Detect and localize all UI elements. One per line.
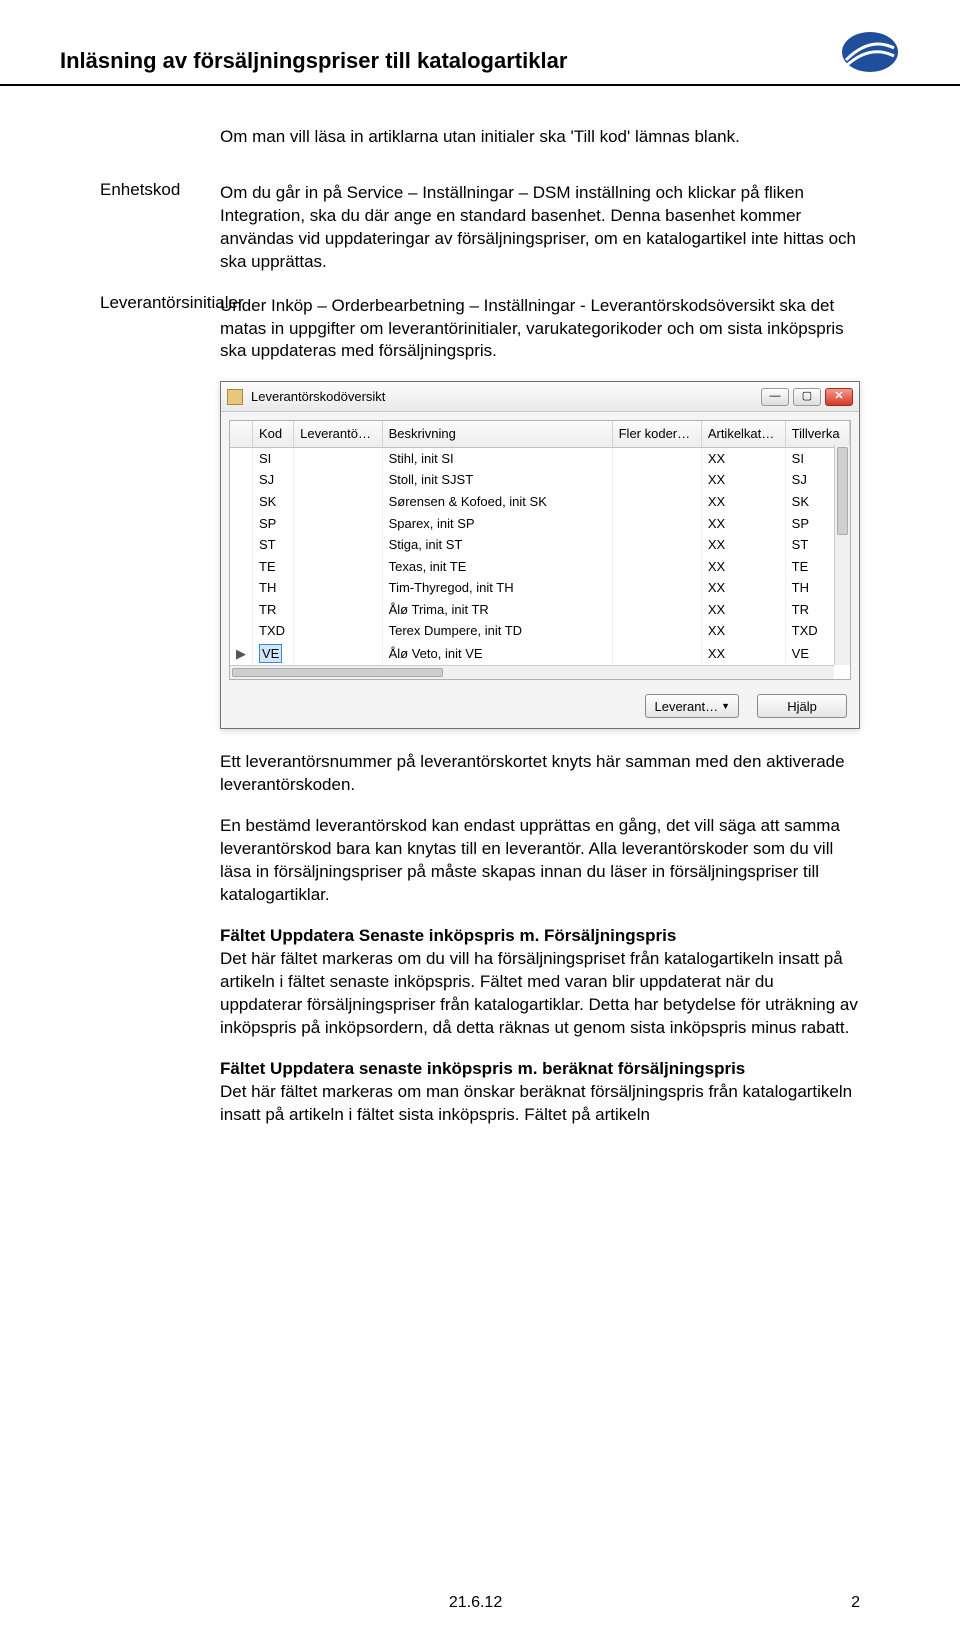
col-leveranto[interactable]: Leverantö…: [294, 421, 382, 447]
window-icon: [227, 389, 243, 405]
minimize-button[interactable]: —: [761, 388, 789, 406]
section-enhetskod: Enhetskod Om du går in på Service – Inst…: [100, 179, 860, 274]
table-row[interactable]: THTim-Thyregod, init THXXTH: [230, 577, 850, 599]
intro-text: Om man vill läsa in artiklarna utan init…: [220, 126, 860, 149]
after-p1: Ett leverantörsnummer på leverantörskort…: [220, 751, 860, 797]
col-tillverka[interactable]: Tillverka: [785, 421, 849, 447]
hjalp-button-label: Hjälp: [787, 698, 817, 716]
close-button[interactable]: ✕: [825, 388, 853, 406]
dropdown-icon: ▼: [721, 700, 730, 712]
table-row[interactable]: SPSparex, init SPXXSP: [230, 513, 850, 535]
footer-page: 2: [851, 1594, 860, 1612]
after-p3: Det här fältet markeras om du vill ha fö…: [220, 949, 858, 1037]
after-h2: Fältet Uppdatera senaste inköpspris m. b…: [220, 1059, 745, 1078]
leverantorskod-window: Leverantörskodöversikt — ▢ ✕ Kod Leveran…: [220, 381, 860, 729]
table-row[interactable]: TRÅlø Trima, init TRXXTR: [230, 599, 850, 621]
col-flerkoder[interactable]: Fler koder…: [612, 421, 701, 447]
leverant-button[interactable]: Leverant… ▼: [645, 694, 739, 718]
table-row[interactable]: SIStihl, init SIXXSI: [230, 447, 850, 469]
window-title: Leverantörskodöversikt: [251, 388, 757, 406]
col-kod[interactable]: Kod: [253, 421, 294, 447]
section-leverantor: Leverantörsinitialer Under Inköp – Order…: [100, 292, 860, 364]
col-artikelkat[interactable]: Artikelkat…: [701, 421, 785, 447]
col-rowhead[interactable]: [230, 421, 253, 447]
table-row[interactable]: SKSørensen & Kofoed, init SKXXSK: [230, 491, 850, 513]
page-title: Inläsning av försäljningspriser till kat…: [60, 48, 567, 74]
table-row[interactable]: STStiga, init STXXST: [230, 534, 850, 556]
table-row[interactable]: SJStoll, init SJSTXXSJ: [230, 469, 850, 491]
enhetskod-body: Om du går in på Service – Inställningar …: [220, 182, 860, 274]
after-p4: Det här fältet markeras om man önskar be…: [220, 1082, 852, 1124]
table-row[interactable]: TETexas, init TEXXTE: [230, 556, 850, 578]
after-h1: Fältet Uppdatera Senaste inköpspris m. F…: [220, 926, 676, 945]
col-beskrivning[interactable]: Beskrivning: [382, 421, 612, 447]
hjalp-button[interactable]: Hjälp: [757, 694, 847, 718]
after-p2: En bestämd leverantörskod kan endast upp…: [220, 815, 860, 907]
footer-date: 21.6.12: [449, 1594, 502, 1612]
after-body: Ett leverantörsnummer på leverantörskort…: [220, 751, 860, 1126]
leverant-button-label: Leverant…: [654, 698, 718, 716]
grid-wrapper: Kod Leverantö… Beskrivning Fler koder… A…: [229, 420, 851, 680]
horizontal-scrollbar[interactable]: [230, 665, 834, 679]
maximize-button[interactable]: ▢: [793, 388, 821, 406]
vertical-scrollbar[interactable]: [834, 445, 850, 665]
window-titlebar[interactable]: Leverantörskodöversikt — ▢ ✕: [221, 382, 859, 412]
table-row[interactable]: TXDTerex Dumpere, init TDXXTXD: [230, 620, 850, 642]
company-logo-icon: [840, 30, 900, 74]
table-row[interactable]: ▶VEÅlø Veto, init VEXXVE: [230, 642, 850, 666]
supplier-code-table[interactable]: Kod Leverantö… Beskrivning Fler koder… A…: [230, 421, 850, 665]
leverantor-body: Under Inköp – Orderbearbetning – Inställ…: [220, 295, 860, 364]
